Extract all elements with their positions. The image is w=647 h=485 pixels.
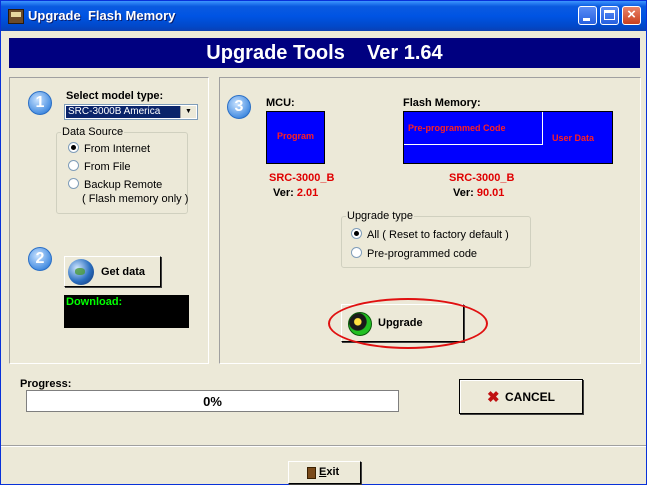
mcu-ver-label: Ver:: [273, 187, 294, 199]
source-backup-label: Backup Remote: [84, 179, 163, 191]
divider: [1, 445, 646, 447]
get-data-button[interactable]: Get data: [64, 256, 161, 287]
door-icon: [307, 467, 316, 479]
upgrade-type-title: Upgrade type: [346, 210, 415, 222]
mcu-version: Ver: 2.01: [273, 187, 318, 199]
source-file-label: From File: [84, 161, 131, 173]
flash-ver-label: Ver:: [453, 187, 474, 199]
mcu-memory-map: Program: [266, 111, 325, 164]
progress-text: 0%: [203, 394, 222, 409]
data-source-group: Data Source From Internet From File Back…: [56, 126, 189, 214]
source-backup-option[interactable]: Backup Remote: [68, 178, 162, 191]
chevron-down-icon[interactable]: ▼: [180, 106, 196, 118]
progress-label: Progress:: [20, 378, 72, 390]
flash-memory-map: Pre-programmed Code User Data: [403, 111, 613, 164]
cancel-label: CANCEL: [505, 390, 555, 404]
step-1-badge: 1: [28, 91, 52, 115]
upgrade-all-label: All ( Reset to factory default ): [367, 229, 509, 241]
cancel-button[interactable]: ✖ CANCEL: [459, 379, 583, 414]
upgrade-window: Upgrade Flash Memory × Upgrade Tools Ver…: [0, 0, 647, 485]
close-icon: ×: [627, 6, 636, 23]
radio-icon[interactable]: [68, 178, 79, 189]
exit-label: Exit: [319, 466, 340, 478]
step-2-badge: 2: [28, 247, 52, 271]
model-type-value: SRC-3000B America: [66, 106, 181, 118]
download-label: Download:: [66, 296, 123, 308]
highlight-ring: [328, 298, 488, 349]
cancel-x-icon: ✖: [487, 389, 500, 406]
source-internet-label: From Internet: [84, 143, 151, 155]
preprogrammed-label: Pre-programmed Code: [408, 123, 506, 133]
upgrade-preprogrammed-label: Pre-programmed code: [367, 248, 478, 260]
header-banner: Upgrade Tools Ver 1.64: [9, 38, 640, 68]
source-backup-note: ( Flash memory only ): [82, 193, 189, 205]
download-status: Download:: [64, 295, 189, 328]
mcu-label: MCU:: [266, 97, 295, 109]
preprogrammed-region: Pre-programmed Code: [404, 112, 543, 145]
flash-model: SRC-3000_B: [449, 172, 515, 184]
source-internet-option[interactable]: From Internet: [68, 142, 150, 155]
title-bar[interactable]: Upgrade Flash Memory ×: [1, 1, 646, 31]
window-title: Upgrade Flash Memory: [28, 8, 176, 23]
data-source-title: Data Source: [61, 126, 125, 138]
close-button[interactable]: ×: [622, 6, 641, 25]
maximize-button[interactable]: [600, 6, 619, 25]
radio-icon[interactable]: [351, 247, 362, 258]
flash-version: Ver: 90.01: [453, 187, 504, 199]
header-title: Upgrade Tools Ver 1.64: [206, 42, 443, 64]
app-icon: [8, 9, 24, 24]
user-data-label: User Data: [552, 133, 595, 143]
flash-memory-label: Flash Memory:: [403, 97, 481, 109]
mcu-program-label: Program: [276, 131, 314, 141]
get-data-label: Get data: [101, 266, 146, 278]
flash-ver-value: 90.01: [476, 187, 505, 199]
upgrade-type-group: Upgrade type All ( Reset to factory defa…: [341, 210, 531, 268]
radio-checked-icon[interactable]: [68, 142, 79, 153]
mcu-model: SRC-3000_B: [269, 172, 335, 184]
progress-bar: 0%: [26, 390, 399, 412]
globe-icon: [68, 259, 94, 285]
upgrade-all-option[interactable]: All ( Reset to factory default ): [351, 228, 509, 241]
radio-icon[interactable]: [68, 160, 79, 171]
model-type-select[interactable]: SRC-3000B America ▼: [64, 104, 198, 120]
radio-checked-icon[interactable]: [351, 228, 362, 239]
model-type-label: Select model type:: [66, 90, 164, 102]
exit-button[interactable]: Exit: [288, 461, 361, 484]
source-file-option[interactable]: From File: [68, 160, 130, 173]
mcu-ver-value: 2.01: [296, 187, 319, 199]
step-3-badge: 3: [227, 95, 251, 119]
upgrade-preprogrammed-option[interactable]: Pre-programmed code: [351, 247, 477, 260]
minimize-button[interactable]: [578, 6, 597, 25]
